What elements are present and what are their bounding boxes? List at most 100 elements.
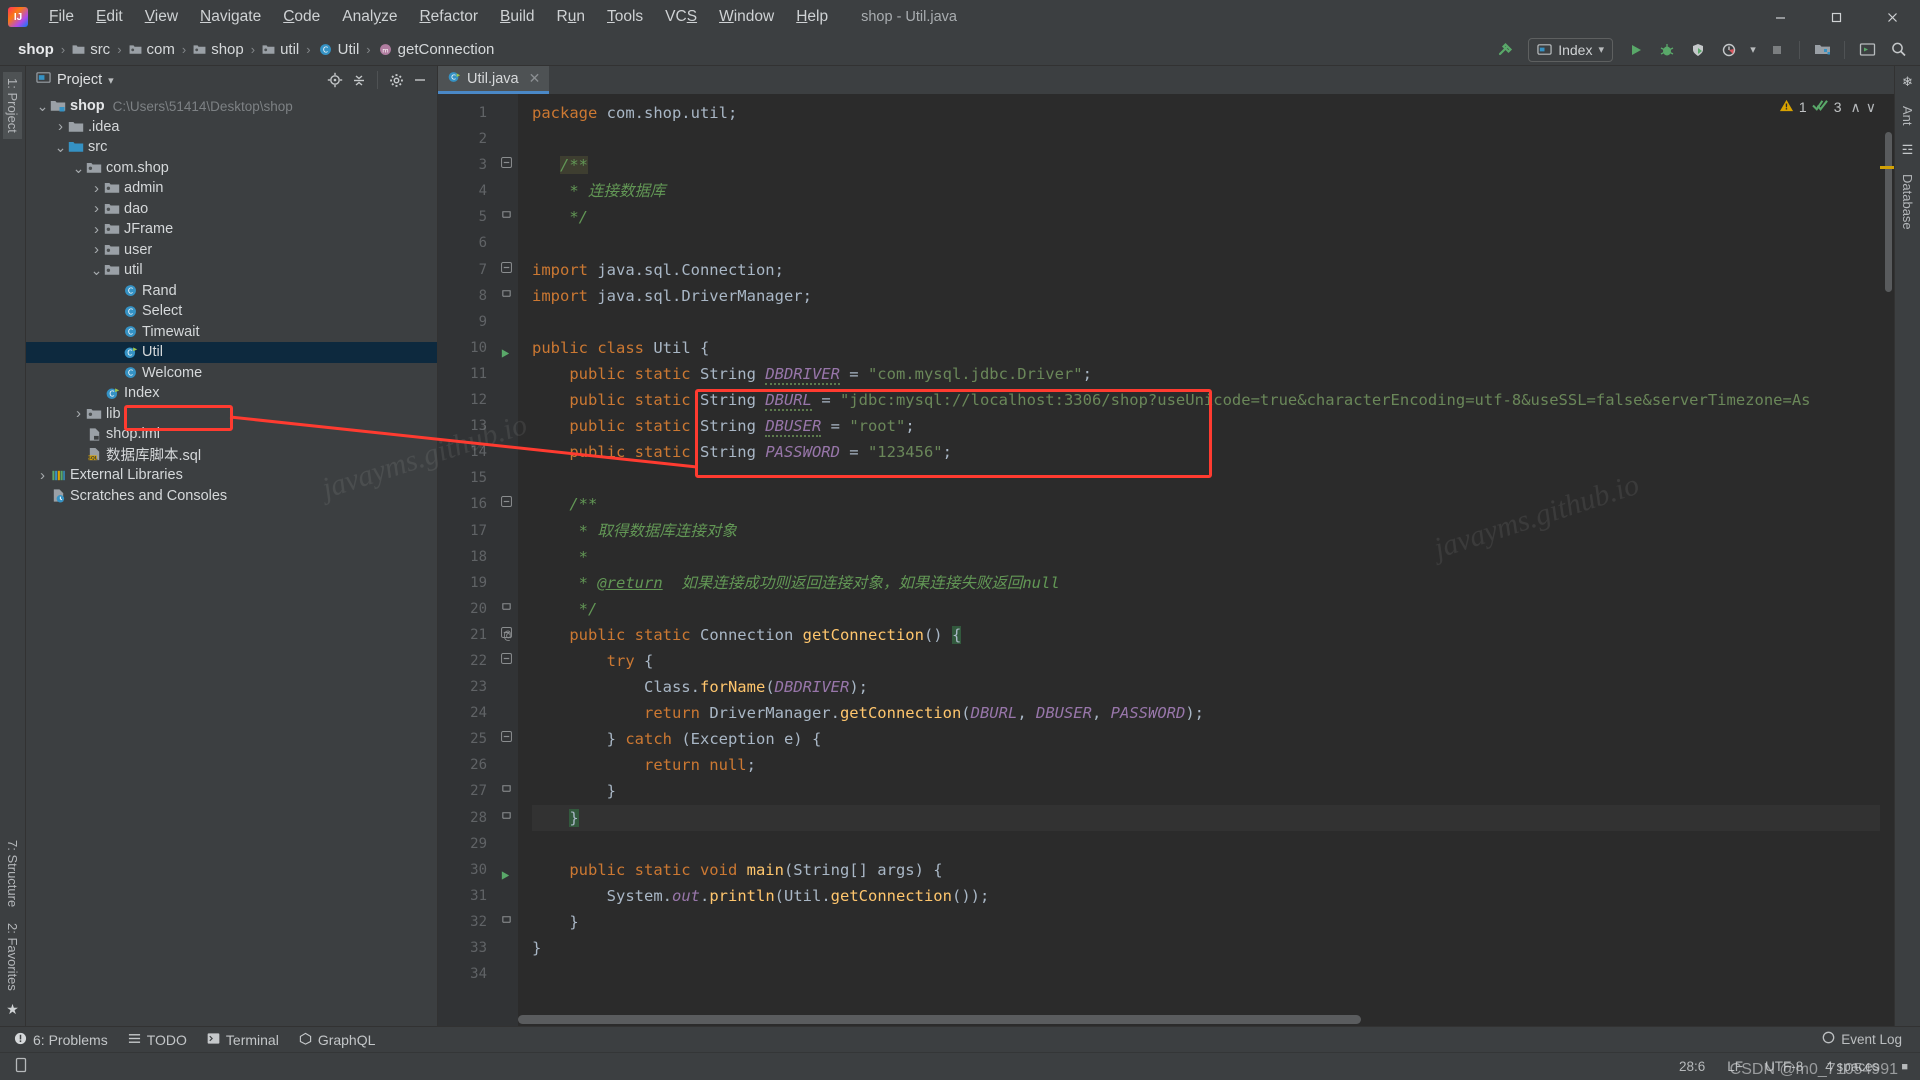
line-number[interactable]: 31 [438,883,494,909]
code-line[interactable] [532,465,1880,491]
menu-navigate[interactable]: Navigate [189,4,272,30]
settings-gear-icon[interactable] [385,69,407,91]
tree-node-util[interactable]: CUtil [26,342,437,363]
maximize-button[interactable] [1808,0,1864,34]
profiler-icon[interactable] [1715,37,1743,63]
code-line[interactable] [532,126,1880,152]
code-line[interactable]: * [532,544,1880,570]
tree-node-scratches-and-consoles[interactable]: Scratches and Consoles [26,486,437,507]
close-button[interactable] [1864,0,1920,34]
code-line[interactable]: } [532,935,1880,961]
horizontal-scrollbar-thumb[interactable] [518,1015,1361,1024]
caret-position[interactable]: 28:6 [1679,1059,1705,1074]
menu-vcs[interactable]: VCS [654,4,708,30]
file-encoding[interactable]: UTF-8 [1765,1059,1803,1074]
code-line[interactable] [532,961,1880,987]
line-number[interactable]: 16 [438,491,494,517]
tool-window-graphql[interactable]: GraphQL [299,1032,376,1048]
line-number[interactable]: 26 [438,752,494,778]
project-structure-icon[interactable] [1808,37,1836,63]
rail-item-database[interactable]: Database [1898,168,1917,236]
code-fold-toggle[interactable] [494,778,518,804]
chevron-down-icon-inspections[interactable]: ∨ [1866,99,1876,116]
code-line[interactable]: Class.forName(DBDRIVER); [532,674,1880,700]
build-hammer-icon[interactable] [1491,37,1519,63]
tree-node-lib[interactable]: ›lib [26,404,437,425]
tool-window-todo[interactable]: TODO [128,1032,187,1048]
run-icon[interactable] [1622,37,1650,63]
tree-node-user[interactable]: ›user [26,240,437,261]
code-line[interactable]: public static String DBDRIVER = "com.mys… [532,361,1880,387]
line-number[interactable]: 34 [438,961,494,987]
menu-window[interactable]: Window [708,4,785,30]
chevron-right-icon[interactable]: › [90,241,103,258]
line-number[interactable]: 27 [438,778,494,804]
stop-icon[interactable] [1763,37,1791,63]
code-fold-toggle[interactable] [494,648,518,674]
code-fold-toggle[interactable] [494,805,518,831]
code-line[interactable]: public class Util { [532,335,1880,361]
chevron-right-icon[interactable]: › [54,118,67,135]
menu-analyze[interactable]: Analyze [331,4,408,30]
profiler-dropdown-icon[interactable]: ▾ [1746,37,1760,63]
code-line[interactable]: public static String DBUSER = "root"; [532,413,1880,439]
chevron-right-icon[interactable]: › [36,467,49,484]
read-only-toggle-icon[interactable]: ■ [1901,1061,1908,1073]
menu-code[interactable]: Code [272,4,331,30]
line-number[interactable]: 30 [438,857,494,883]
menu-tools[interactable]: Tools [596,4,654,30]
chevron-down-icon[interactable]: ⌄ [90,267,103,273]
code-line[interactable] [532,831,1880,857]
run-configuration-selector[interactable]: Index ▾ [1528,38,1613,62]
event-log-button[interactable]: Event Log [1822,1031,1902,1047]
code-fold-toggle[interactable] [494,596,518,622]
line-number[interactable]: 10 [438,335,494,361]
tree-node-admin[interactable]: ›admin [26,178,437,199]
menu-edit[interactable]: Edit [85,4,134,30]
code-fold-toggle[interactable] [494,726,518,752]
line-number[interactable]: 11 [438,361,494,387]
line-number[interactable]: 18 [438,544,494,570]
code-line[interactable]: public static Connection getConnection()… [532,622,1880,648]
code-fold-toggle[interactable] [494,204,518,230]
debug-icon[interactable] [1653,37,1681,63]
line-number[interactable]: 3 [438,152,494,178]
code-line[interactable]: public static String DBURL = "jdbc:mysql… [532,387,1880,413]
tree-node-dao[interactable]: ›dao [26,199,437,220]
chevron-right-icon[interactable]: › [90,221,103,238]
line-number[interactable]: 14 [438,439,494,465]
project-tree[interactable]: ⌄shopC:\Users\51414\Desktop\shop›.idea⌄s… [26,94,437,1026]
code-line[interactable] [532,309,1880,335]
code-line[interactable]: public static String PASSWORD = "123456"… [532,439,1880,465]
editor-tab-util-java[interactable]: C Util.java ✕ [438,66,549,94]
rail-item-favorites[interactable]: 2: Favorites [3,917,22,997]
rail-item-structure[interactable]: 7: Structure [3,834,22,913]
breadcrumb-item-shop[interactable]: shop [189,39,248,60]
code-fold-toggle[interactable] [494,257,518,283]
tree-node--idea[interactable]: ›.idea [26,117,437,138]
line-number[interactable]: 6 [438,230,494,256]
tree-node-select[interactable]: CSelect [26,301,437,322]
code-line[interactable]: */ [532,596,1880,622]
line-number[interactable]: 7 [438,257,494,283]
menu-run[interactable]: Run [546,4,596,30]
code-fold-toggle[interactable] [494,491,518,517]
code-line[interactable]: } [532,805,1880,831]
run-gutter-icon[interactable] [500,342,511,368]
breadcrumb-item-util[interactable]: CUtil [314,39,364,60]
code-line[interactable]: * @return 如果连接成功则返回连接对象，如果连接失败返回null [532,570,1880,596]
code-line[interactable]: return DriverManager.getConnection(DBURL… [532,700,1880,726]
rail-item-ant[interactable]: Ant [1898,100,1917,132]
tree-node-com-shop[interactable]: ⌄com.shop [26,158,437,179]
line-number[interactable]: 17 [438,518,494,544]
chevron-down-icon[interactable]: ▾ [1598,43,1604,56]
code-line[interactable]: package com.shop.util; [532,100,1880,126]
line-number[interactable]: 5 [438,204,494,230]
code-line[interactable]: * 取得数据库连接对象 [532,518,1880,544]
code-line[interactable]: /** [532,152,1880,178]
inspection-widget[interactable]: ! 1 3 ∧ ∨ [1779,98,1876,116]
tool-window-problems[interactable]: 6: Problems [14,1032,108,1048]
tree-node--sql[interactable]: SQL数据库脚本.sql [26,445,437,466]
line-number[interactable]: 33 [438,935,494,961]
run-gutter-icon[interactable] [500,864,511,890]
